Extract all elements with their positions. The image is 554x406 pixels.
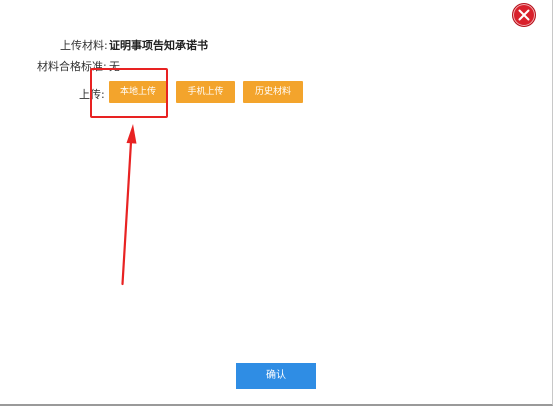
history-material-button[interactable]: 历史材料 [243, 81, 303, 103]
close-button[interactable] [512, 3, 536, 27]
upload-dialog: 上传材料: 证明事项告知承诺书 材料合格标准: 无 上传: 本地上传 手机上传 … [0, 0, 553, 406]
material-value: 证明事项告知承诺书 [109, 39, 208, 52]
upload-label: 上传: [79, 88, 105, 101]
confirm-button[interactable]: 确认 [236, 363, 316, 389]
close-icon [518, 9, 530, 21]
phone-upload-button[interactable]: 手机上传 [176, 81, 235, 103]
local-upload-button[interactable]: 本地上传 [109, 81, 167, 103]
standard-label: 材料合格标准: [37, 60, 107, 73]
standard-value: 无 [109, 60, 120, 73]
material-label: 上传材料: [60, 39, 108, 52]
